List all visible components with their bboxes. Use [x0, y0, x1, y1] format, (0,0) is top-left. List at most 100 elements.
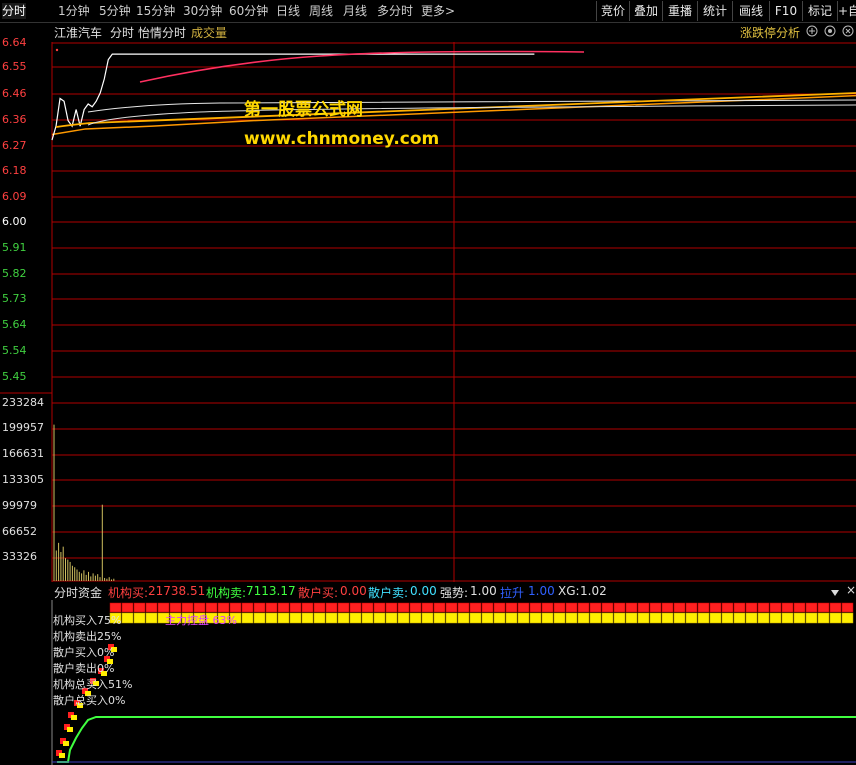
sell-cell: [133, 612, 146, 624]
buy-cell: [781, 602, 794, 613]
buy-cell: [769, 602, 782, 613]
sell-cell: [241, 612, 254, 624]
sell-cell: [649, 612, 662, 624]
buy-cell: [253, 602, 266, 613]
buy-cell: [625, 602, 638, 613]
buy-cell: [169, 602, 182, 613]
pull-label: 拉升: [500, 586, 525, 600]
buy-cell: [793, 602, 806, 613]
step-cell: [63, 741, 69, 746]
sell-cell: [625, 612, 638, 624]
buy-cell: [469, 602, 482, 613]
sell-cell: [337, 612, 350, 624]
buy-cell: [637, 602, 650, 613]
sell-cell: [793, 612, 806, 624]
buy-cell: [325, 602, 338, 613]
sell-cell: [541, 612, 554, 624]
buy-cell: [265, 602, 278, 613]
sell-cell: [721, 612, 734, 624]
sell-cell: [121, 612, 134, 624]
buy-cell: [121, 602, 134, 613]
indicator-row: 散户卖出0%: [53, 662, 115, 675]
sell-cell: [817, 612, 830, 624]
sell-cell: [733, 612, 746, 624]
price-dot: [55, 48, 59, 52]
sell-cell: [277, 612, 290, 624]
sell-cell: [757, 612, 770, 624]
buy-cell: [721, 602, 734, 613]
buy-cell: [565, 602, 578, 613]
step-cell: [67, 727, 73, 732]
indicator-row: 机构买入75%: [53, 614, 122, 627]
watermark-line1: 第一股票公式网: [244, 100, 363, 120]
buy-cell: [457, 602, 470, 613]
buy-cell: [409, 602, 422, 613]
buy-cell: [445, 602, 458, 613]
buy-cell: [817, 602, 830, 613]
sell-cell: [361, 612, 374, 624]
control-ratio-text: 主力控盘 63%: [165, 614, 237, 627]
sell-cell: [265, 612, 278, 624]
sell-cell: [421, 612, 434, 624]
sell-cell: [745, 612, 758, 624]
sell-cell: [409, 612, 422, 624]
buy-cell: [685, 602, 698, 613]
watermark-url: www.chnmoney.com: [244, 129, 439, 149]
watermark-line2: www.chnmoney.com: [244, 129, 440, 149]
indicator-row: 散户买入0%: [53, 646, 115, 659]
buy-cell: [805, 602, 818, 613]
chart-grid: [0, 42, 856, 765]
buy-cell: [181, 602, 194, 613]
reference-line-mid: [87, 104, 856, 126]
indicator-row: 机构总买入51%: [53, 678, 133, 691]
sell-cell: [805, 612, 818, 624]
buy-cell: [661, 602, 674, 613]
buy-cell: [421, 602, 434, 613]
sell-cell: [469, 612, 482, 624]
sell-cell: [769, 612, 782, 624]
pull-value: 1.00: [528, 584, 555, 598]
sell-cell: [685, 612, 698, 624]
buy-cell: [745, 602, 758, 613]
buy-cell: [289, 602, 302, 613]
buy-cell: [145, 602, 158, 613]
retail-buy-value: 0.00: [340, 584, 367, 598]
step-cell: [59, 753, 65, 758]
indicator-name: 分时资金: [54, 586, 103, 600]
buy-cell: [577, 602, 590, 613]
buy-cell: [217, 602, 230, 613]
buy-cell: [673, 602, 686, 613]
sell-cell: [517, 612, 530, 624]
sell-cell: [613, 612, 626, 624]
buy-cell: [841, 602, 854, 613]
buy-cell: [361, 602, 374, 613]
sell-cell: [457, 612, 470, 624]
buy-cell: [589, 602, 602, 613]
sell-cell: [481, 612, 494, 624]
buy-cell: [373, 602, 386, 613]
close-indicator-icon[interactable]: ×: [846, 583, 856, 597]
buy-cell: [541, 602, 554, 613]
inst-buy-value: 21738.51: [148, 584, 206, 598]
sell-cell: [349, 612, 362, 624]
inst-sell-value: 7113.17: [246, 584, 296, 598]
sell-cell: [145, 612, 158, 624]
buy-cell: [109, 602, 122, 613]
xg-label: XG:: [558, 584, 580, 598]
sell-cell: [493, 612, 506, 624]
buy-cell: [133, 602, 146, 613]
buy-cell: [313, 602, 326, 613]
buy-cell: [757, 602, 770, 613]
cost-line: [55, 92, 856, 128]
sell-cell: [445, 612, 458, 624]
sell-cell: [433, 612, 446, 624]
sell-cell: [661, 612, 674, 624]
strength-value: 1.00: [470, 584, 497, 598]
sell-cell: [289, 612, 302, 624]
dropdown-arrow-icon[interactable]: [830, 586, 840, 600]
buy-cell: [205, 602, 218, 613]
step-cell: [71, 715, 77, 720]
intraday-chart[interactable]: [0, 0, 856, 765]
xg-value: 1.02: [580, 584, 607, 598]
cumulative-buy-line: [57, 716, 856, 763]
